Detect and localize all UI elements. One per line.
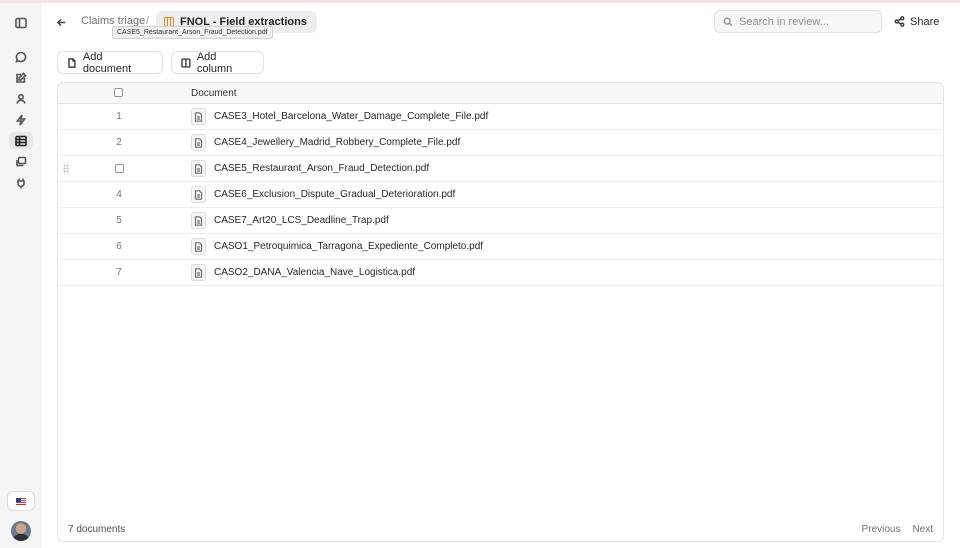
- documents-table: Document 1 CASE3_Hotel_Barcelona_Water_D…: [57, 82, 944, 542]
- row-number: 7: [116, 267, 122, 278]
- search-input[interactable]: [739, 15, 869, 28]
- file-icon: [191, 264, 206, 281]
- back-arrow-icon[interactable]: [53, 14, 69, 30]
- top-header: Claims triage / FNOL - Field extractions…: [42, 3, 960, 41]
- table-row[interactable]: 1 CASE3_Hotel_Barcelona_Water_Damage_Com…: [58, 104, 943, 130]
- panel-toggle-icon[interactable]: [12, 14, 30, 32]
- document-name[interactable]: CASE7_Art20_LCS_Deadline_Trap.pdf: [214, 215, 389, 226]
- search-box[interactable]: [714, 10, 882, 33]
- add-column-label: Add column: [196, 50, 233, 75]
- row-number: 1: [116, 111, 122, 122]
- document-name[interactable]: CASE3_Hotel_Barcelona_Water_Damage_Compl…: [214, 111, 488, 122]
- pagination: Previous Next: [862, 524, 933, 535]
- add-document-button[interactable]: Add document: [57, 50, 163, 75]
- table-icon[interactable]: [9, 132, 33, 149]
- table-footer: 7 documents Previous Next: [58, 517, 943, 541]
- drag-handle-icon[interactable]: [63, 164, 69, 174]
- document-name[interactable]: CASO2_DANA_Valencia_Nave_Logistica.pdf: [214, 267, 415, 278]
- row-number: 5: [116, 215, 122, 226]
- filename-tooltip: CASE5_Restaurant_Arson_Fraud_Detection.p…: [112, 26, 273, 39]
- file-icon: [191, 186, 206, 203]
- document-icon: [68, 57, 76, 68]
- table-row[interactable]: 2 CASE4_Jewellery_Madrid_Robbery_Complet…: [58, 130, 943, 156]
- column-icon: [181, 57, 191, 68]
- file-icon: [191, 238, 206, 255]
- copy-icon[interactable]: [12, 153, 30, 171]
- share-button[interactable]: Share: [894, 13, 939, 30]
- document-count: 7 documents: [68, 523, 126, 535]
- document-name[interactable]: CASE5_Restaurant_Arson_Fraud_Detection.p…: [214, 163, 429, 174]
- table-row[interactable]: 4 CASE6_Exclusion_Dispute_Gradual_Deteri…: [58, 182, 943, 208]
- file-icon: [191, 212, 206, 229]
- search-icon: [723, 17, 733, 26]
- table-row[interactable]: 7 CASO2_DANA_Valencia_Nave_Logistica.pdf: [58, 260, 943, 286]
- document-name[interactable]: CASE6_Exclusion_Dispute_Gradual_Deterior…: [214, 189, 455, 200]
- table-row[interactable]: 5 CASE7_Art20_LCS_Deadline_Trap.pdf: [58, 208, 943, 234]
- chat-icon[interactable]: [12, 48, 30, 66]
- edit-document-icon[interactable]: [12, 69, 30, 87]
- plug-icon[interactable]: [12, 174, 30, 192]
- share-label: Share: [910, 15, 940, 28]
- file-icon: [191, 108, 206, 125]
- share-icon: [894, 16, 905, 27]
- document-name[interactable]: CASO1_Petroquimica_Tarragona_Expediente_…: [214, 241, 483, 252]
- row-checkbox[interactable]: [115, 164, 124, 173]
- bolt-icon[interactable]: [12, 111, 30, 129]
- user-icon[interactable]: [12, 90, 30, 108]
- next-button[interactable]: Next: [912, 524, 933, 535]
- table-row[interactable]: CASE5_Restaurant_Arson_Fraud_Detection.p…: [58, 156, 943, 182]
- add-document-label: Add document: [82, 50, 132, 75]
- file-icon: [191, 160, 206, 177]
- left-rail: [0, 3, 42, 548]
- add-column-button[interactable]: Add column: [171, 50, 264, 75]
- main-content: Add document Add column Document 1 CASE3…: [42, 41, 960, 548]
- row-number: 2: [116, 137, 122, 148]
- avatar[interactable]: [11, 521, 31, 541]
- language-button[interactable]: [7, 491, 35, 511]
- table-header: Document: [58, 83, 943, 104]
- select-all-checkbox[interactable]: [114, 88, 123, 97]
- table-row[interactable]: 6 CASO1_Petroquimica_Tarragona_Expedient…: [58, 234, 943, 260]
- document-name[interactable]: CASE4_Jewellery_Madrid_Robbery_Complete_…: [214, 137, 460, 148]
- us-flag-icon: [16, 497, 26, 505]
- file-icon: [191, 134, 206, 151]
- row-number: 6: [116, 241, 122, 252]
- row-number: 4: [116, 189, 122, 200]
- column-header-document[interactable]: Document: [191, 88, 237, 99]
- previous-button[interactable]: Previous: [862, 524, 901, 535]
